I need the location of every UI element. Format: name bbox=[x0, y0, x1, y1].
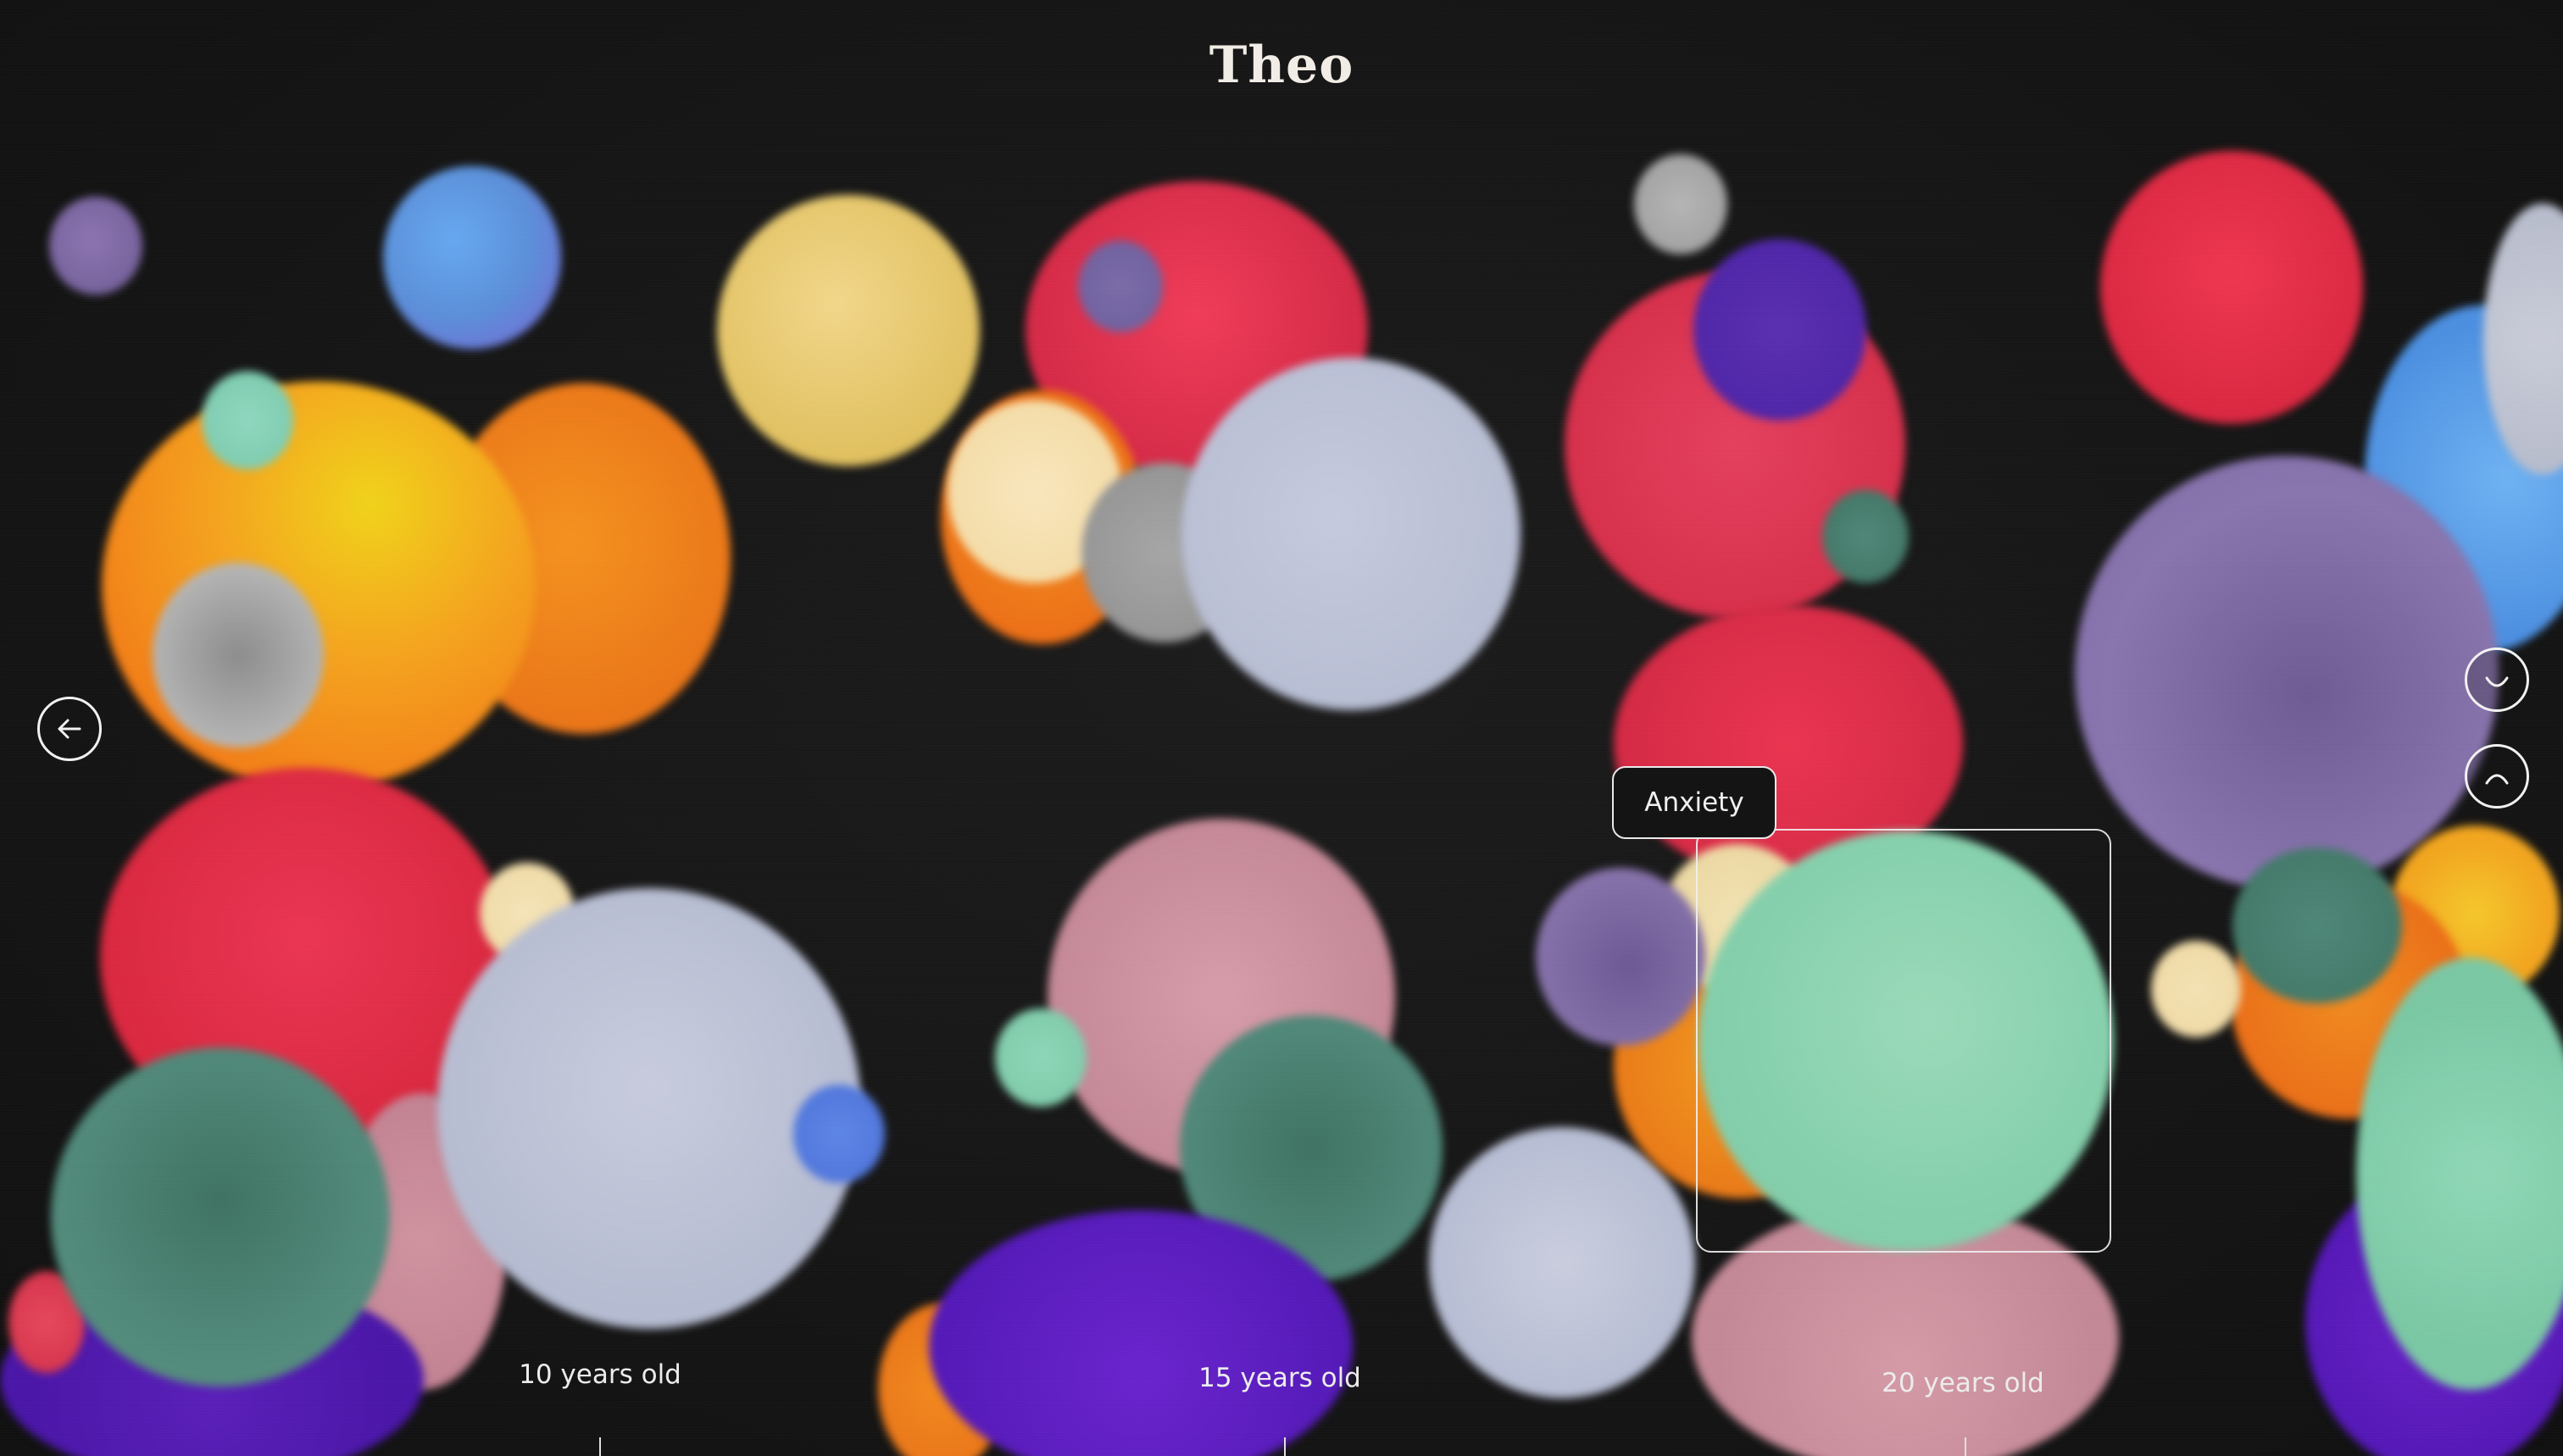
back-button[interactable] bbox=[37, 697, 102, 761]
memory-bubble[interactable] bbox=[2232, 847, 2402, 1003]
memory-bubble[interactable] bbox=[2075, 456, 2499, 890]
memory-bubble[interactable] bbox=[2100, 151, 2363, 424]
memory-bubble[interactable] bbox=[202, 371, 293, 470]
smile-icon bbox=[2478, 661, 2516, 698]
memory-bubble[interactable] bbox=[49, 197, 142, 295]
memory-bubble[interactable] bbox=[1822, 490, 1909, 583]
sad-mood-button[interactable] bbox=[2465, 744, 2529, 809]
timeline-label-15: 15 years old bbox=[1198, 1363, 1361, 1393]
timeline-tick bbox=[1965, 1437, 1966, 1456]
memory-bubble[interactable] bbox=[717, 195, 980, 466]
emotion-tooltip: Anxiety bbox=[1612, 766, 1776, 839]
memory-bubble[interactable] bbox=[1078, 241, 1163, 332]
timeline-label-10: 10 years old bbox=[519, 1359, 681, 1390]
memory-bubble[interactable] bbox=[1634, 154, 1727, 254]
happy-mood-button[interactable] bbox=[2465, 647, 2529, 712]
memory-bubble[interactable] bbox=[1181, 358, 1521, 710]
memory-canvas: Theo Anxiety 10 years old 15 years old 2… bbox=[0, 0, 2563, 1456]
memory-bubble[interactable] bbox=[1429, 1127, 1695, 1398]
memory-bubble[interactable] bbox=[51, 1048, 390, 1387]
frown-icon bbox=[2478, 758, 2516, 795]
memory-bubble[interactable] bbox=[102, 381, 536, 790]
timeline-tick bbox=[1284, 1437, 1286, 1456]
memory-bubble[interactable] bbox=[995, 1009, 1087, 1107]
memory-bubble[interactable] bbox=[2151, 941, 2241, 1037]
arrow-left-icon bbox=[51, 710, 88, 747]
selected-memory-outline[interactable] bbox=[1696, 829, 2111, 1253]
memory-bubble[interactable] bbox=[793, 1085, 885, 1183]
memory-bubble[interactable] bbox=[153, 563, 324, 747]
memory-bubble[interactable] bbox=[437, 888, 861, 1329]
timeline-tick bbox=[599, 1437, 601, 1456]
timeline-label-20: 20 years old bbox=[1882, 1368, 2044, 1398]
memory-bubble[interactable] bbox=[1693, 239, 1866, 420]
page-title: Theo bbox=[1209, 36, 1354, 95]
memory-bubble[interactable] bbox=[383, 166, 561, 349]
memory-bubble[interactable] bbox=[1536, 868, 1705, 1046]
